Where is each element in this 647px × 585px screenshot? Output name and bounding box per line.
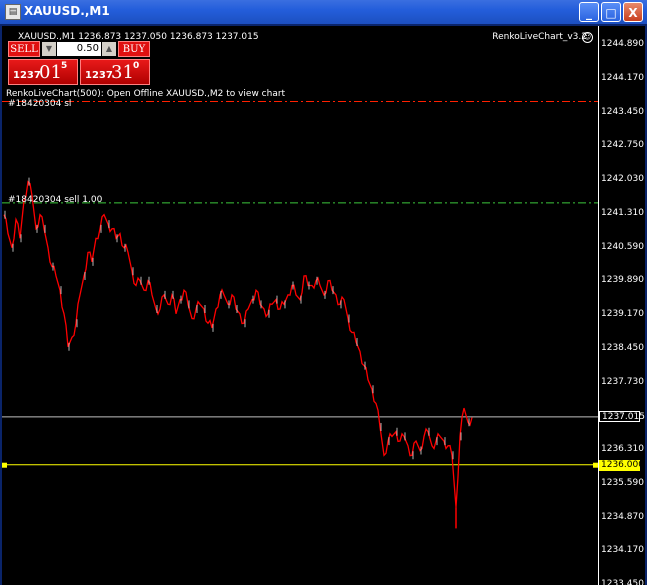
price-scale-label: 1243.450 <box>601 107 644 118</box>
buy-price-big: 31 <box>111 62 134 83</box>
sl-order-label[interactable]: #18420304 sl <box>8 99 71 109</box>
chart-window: ▤ XAUUSD.,M1 _ □ X XAUUSD.,M1 1236.873 1… <box>0 0 647 585</box>
price-scale-label: 1239.170 <box>601 309 644 320</box>
price-scale-label: 1237.730 <box>601 377 644 388</box>
price-scale-label: 1244.890 <box>601 39 644 50</box>
price-scale-label: 1238.450 <box>601 343 644 354</box>
maximize-button[interactable]: □ <box>601 2 621 22</box>
sell-price-big: 01 <box>39 62 62 83</box>
price-chart[interactable]: XAUUSD.,M1 1236.873 1237.050 1236.873 12… <box>2 26 645 585</box>
smiley-icon: ☺ <box>582 32 593 43</box>
title-bar[interactable]: ▤ XAUUSD.,M1 _ □ X <box>0 0 647 24</box>
hline-price-tag: 1236.000 <box>599 459 644 471</box>
price-scale-label: 1240.590 <box>601 242 644 253</box>
bid-price-tag: 1237.015 <box>599 410 645 422</box>
close-button[interactable]: X <box>623 2 643 22</box>
sell-price-sup: 5 <box>61 61 68 71</box>
price-scale-label: 1234.870 <box>601 512 644 522</box>
chart-plot-area[interactable] <box>2 26 598 585</box>
price-scale[interactable]: 1244.890 1244.170 1243.450 1242.750 1242.030… <box>598 26 645 585</box>
lot-decrease-icon[interactable]: ▼ <box>42 42 56 56</box>
sell-price-prefix: 1237 <box>13 70 41 81</box>
price-scale-label: 1244.170 <box>601 73 644 84</box>
price-scale-label: 1234.170 <box>601 545 644 556</box>
price-scale-label: 1242.030 <box>601 174 644 185</box>
chart-window-icon: ▤ <box>5 4 21 20</box>
price-scale-label: 1242.750 <box>601 140 644 151</box>
price-scale-label: 1235.590 <box>601 478 644 489</box>
indicator-info-line: RenkoLiveChart(500): Open Offline XAUUSD… <box>6 89 286 99</box>
price-scale-label: 1239.890 <box>601 275 644 286</box>
lot-increase-icon[interactable]: ▲ <box>102 42 116 56</box>
sell-button[interactable]: SELL <box>8 41 40 57</box>
indicator-name: RenkoLiveChart_v3.2 <box>492 32 587 42</box>
lot-size-input[interactable]: 0.50 <box>57 42 101 56</box>
one-click-trading-panel: SELL ▼ 0.50 ▲ BUY 1237 01 5 1237 31 0 <box>8 41 150 85</box>
price-scale-label: 1233.450 <box>601 579 644 585</box>
sell-price-button[interactable]: 1237 01 5 <box>8 59 78 85</box>
hline-handle-0[interactable] <box>2 462 7 468</box>
minimize-button[interactable]: _ <box>579 2 599 22</box>
price-series-line <box>3 180 473 508</box>
buy-price-button[interactable]: 1237 31 0 <box>80 59 150 85</box>
price-scale-label: 1241.310 <box>601 208 644 219</box>
window-title: XAUUSD.,M1 <box>24 4 110 18</box>
price-scale-label: 1236.310 <box>601 444 644 455</box>
buy-button[interactable]: BUY <box>118 41 150 57</box>
buy-price-sup: 0 <box>133 61 140 71</box>
entry-order-label[interactable]: #18420304 sell 1.00 <box>8 195 102 205</box>
buy-price-prefix: 1237 <box>85 70 113 81</box>
